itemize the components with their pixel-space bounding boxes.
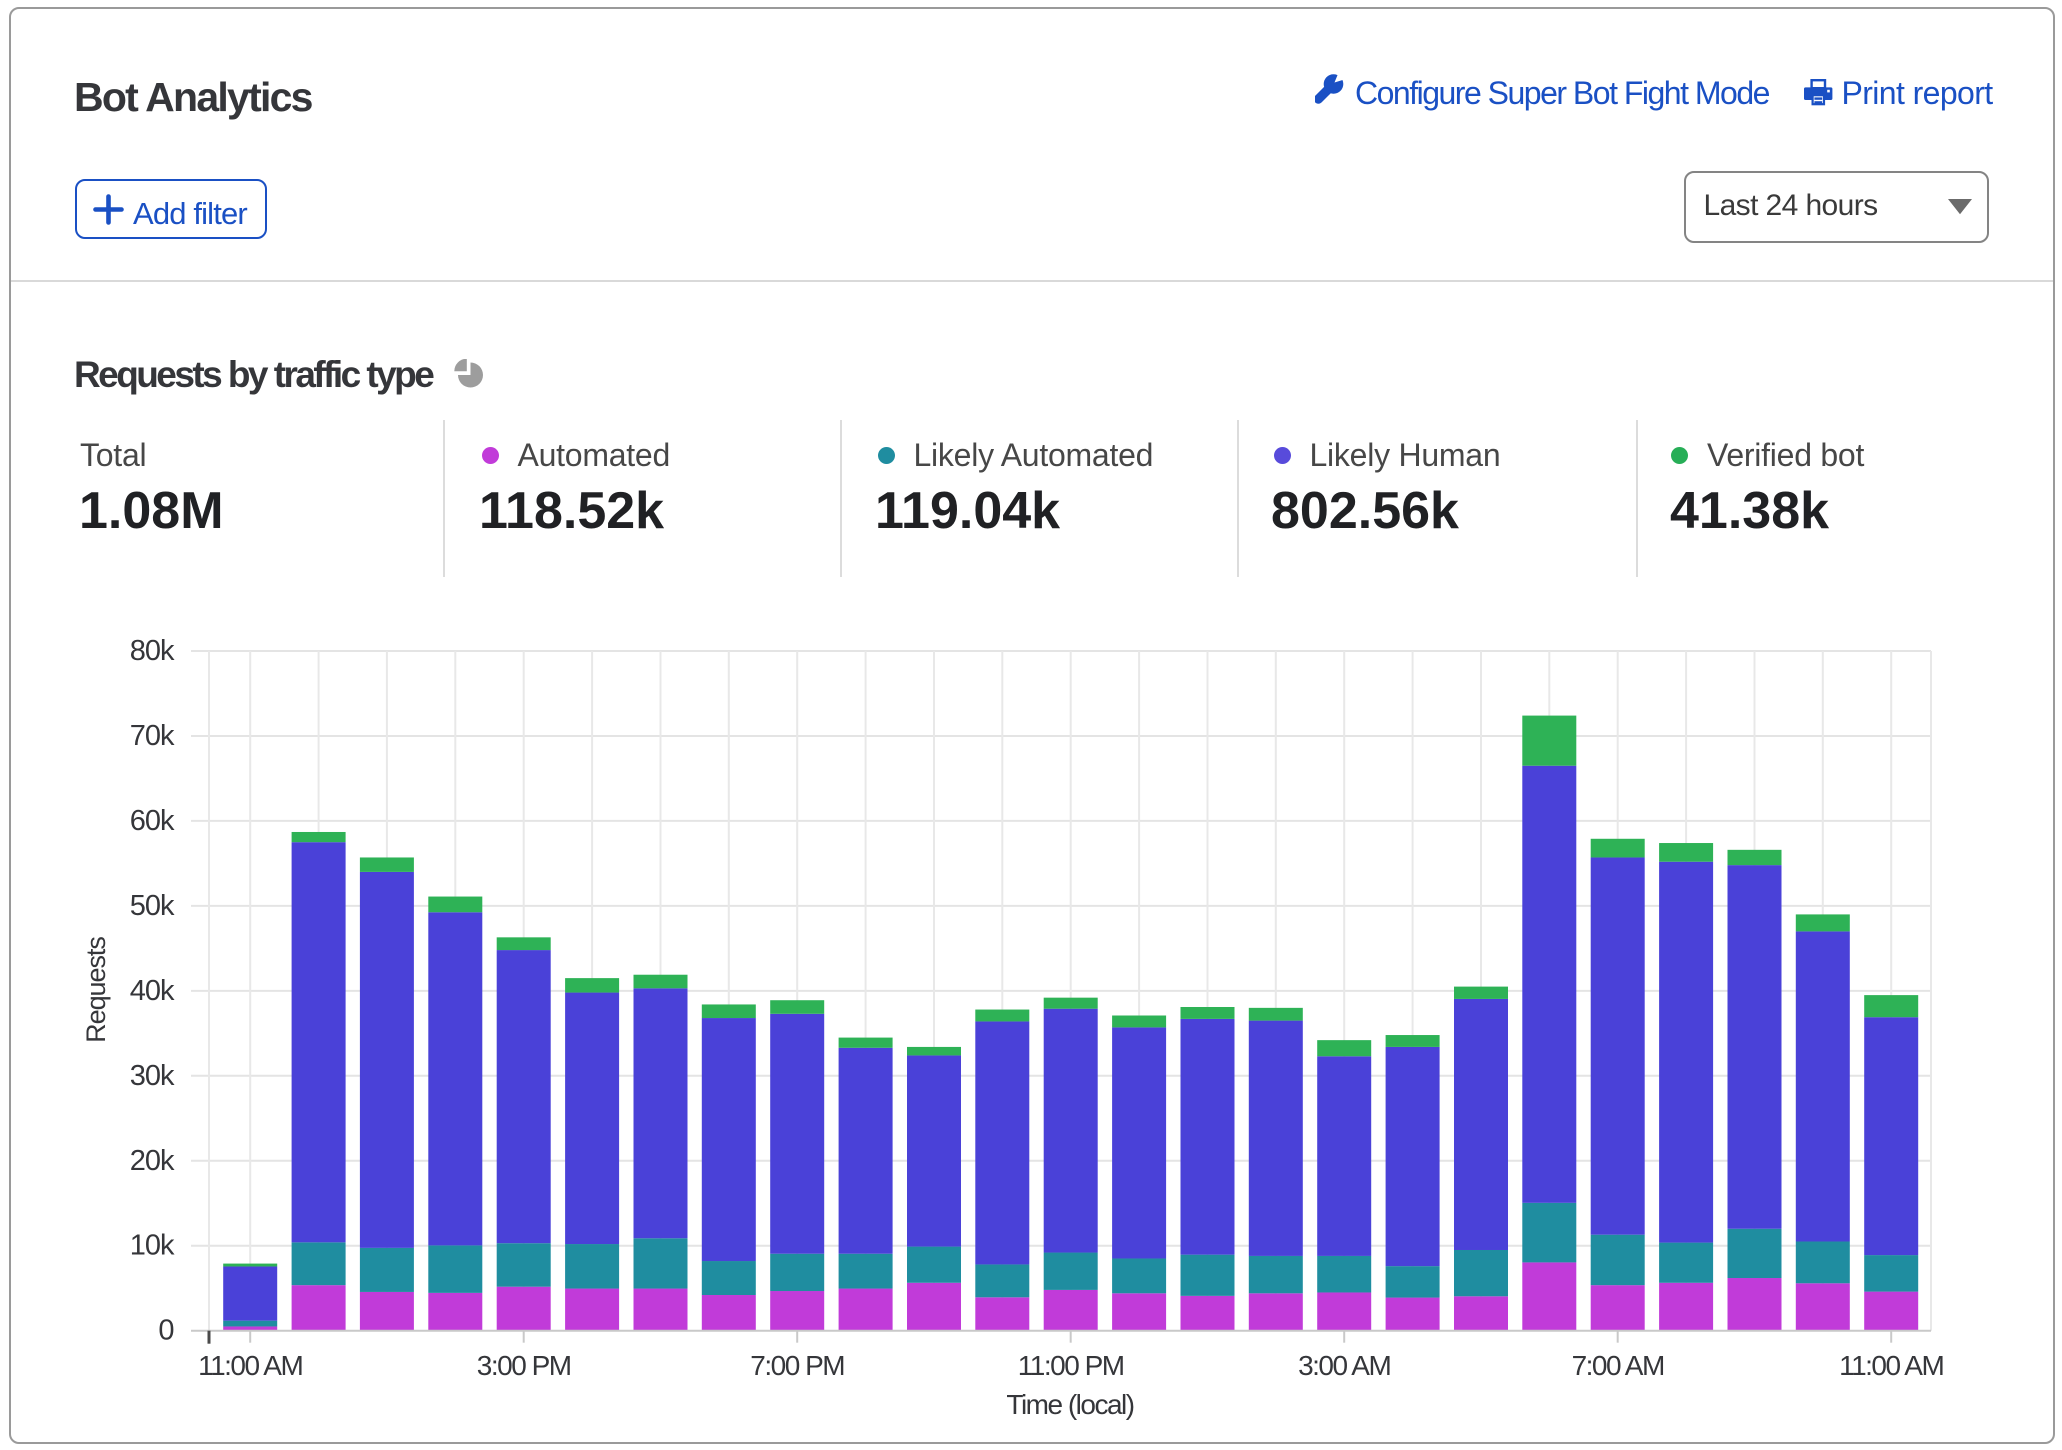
- svg-text:3:00 AM: 3:00 AM: [1298, 1350, 1390, 1381]
- svg-text:3:00 PM: 3:00 PM: [477, 1350, 571, 1381]
- svg-text:50k: 50k: [130, 890, 175, 922]
- svg-text:7:00 PM: 7:00 PM: [750, 1350, 844, 1381]
- svg-text:10k: 10k: [130, 1230, 175, 1262]
- svg-text:20k: 20k: [130, 1145, 175, 1177]
- svg-text:60k: 60k: [130, 805, 175, 837]
- svg-text:11:00 AM: 11:00 AM: [198, 1350, 302, 1381]
- svg-text:11:00 AM: 11:00 AM: [1839, 1350, 1943, 1381]
- svg-text:40k: 40k: [130, 975, 175, 1007]
- svg-text:30k: 30k: [130, 1060, 175, 1092]
- svg-text:Requests: Requests: [81, 937, 111, 1043]
- svg-text:70k: 70k: [130, 720, 175, 752]
- svg-text:7:00 AM: 7:00 AM: [1572, 1350, 1664, 1381]
- svg-text:0: 0: [158, 1315, 173, 1347]
- svg-text:Time (local): Time (local): [1006, 1389, 1133, 1420]
- svg-text:11:00 PM: 11:00 PM: [1018, 1350, 1124, 1381]
- svg-text:80k: 80k: [130, 635, 175, 667]
